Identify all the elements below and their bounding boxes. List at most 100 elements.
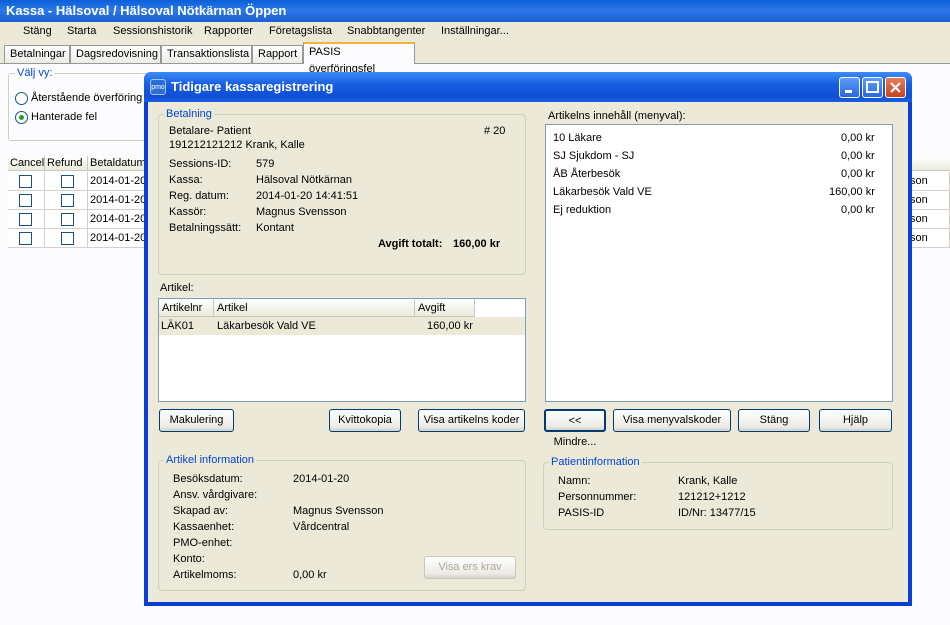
grid-header-betaldatum[interactable]: Betaldatum xyxy=(88,156,148,171)
makulering-button[interactable]: Makulering xyxy=(159,409,234,432)
kassa-value: Hälsoval Nötkärnan xyxy=(256,174,352,186)
article-list[interactable]: Artikelnr Artikel Avgift LÄK01 Läkarbesö… xyxy=(158,298,526,402)
patient-value: 121212+1212 xyxy=(678,491,746,503)
date-cell[interactable]: 2014-01-20 xyxy=(88,191,148,210)
radio-handled-errors-label[interactable]: Hanterade fel xyxy=(31,111,97,123)
article-fee: 160,00 kr xyxy=(427,320,473,332)
cancel-checkbox[interactable] xyxy=(19,194,32,207)
content-value: 0,00 kr xyxy=(841,150,875,162)
info-label: Besöksdatum: xyxy=(173,473,243,485)
refund-checkbox[interactable] xyxy=(61,175,74,188)
contents-list[interactable]: 10 Läkare 0,00 kr SJ Sjukdom - SJ 0,00 k… xyxy=(545,124,893,402)
previous-registration-dialog: pmo Tidigare kassaregistrering Betalning… xyxy=(144,72,912,606)
window-title: Kassa - Hälsoval / Hälsoval Nötkärnan Öp… xyxy=(0,0,950,22)
content-name: SJ Sjukdom - SJ xyxy=(553,150,635,162)
radio-remaining-transfer[interactable] xyxy=(15,92,28,105)
tail-cell[interactable]: son xyxy=(908,210,950,229)
menu-sessionshistorik[interactable]: Sessionshistorik xyxy=(113,25,192,37)
cashier-value: Magnus Svensson xyxy=(256,206,347,218)
refund-cell xyxy=(45,229,88,248)
total-label: Avgift totalt: xyxy=(378,238,443,250)
close-icon[interactable] xyxy=(885,77,906,98)
menu-foretagslista[interactable]: Företagslista xyxy=(269,25,332,37)
show-menu-codes-button[interactable]: Visa menyvalskoder xyxy=(613,409,731,432)
contents-label: Artikelns innehåll (menyval): xyxy=(548,110,686,122)
list-item[interactable]: LÄK01 Läkarbesök Vald VE 160,00 kr xyxy=(159,317,525,335)
radio-remaining-transfer-label[interactable]: Återstående överföring xyxy=(31,92,142,104)
info-label: Kassaenhet: xyxy=(173,521,235,533)
payer-name: 191212121212 Krank, Kalle xyxy=(169,139,305,151)
content-name: ÅB Återbesök xyxy=(553,168,621,180)
content-value: 0,00 kr xyxy=(841,204,875,216)
date-cell[interactable]: 2014-01-20 xyxy=(88,210,148,229)
cashier-label: Kassör: xyxy=(169,206,207,218)
date-cell[interactable]: 2014-01-20 xyxy=(88,229,148,248)
content-value: 160,00 kr xyxy=(829,186,875,198)
dialog-title: Tidigare kassaregistrering xyxy=(171,79,334,94)
menu-stang[interactable]: Stäng xyxy=(23,25,52,37)
menu-rapporter[interactable]: Rapporter xyxy=(204,25,253,37)
cancel-checkbox[interactable] xyxy=(19,175,32,188)
tab-rapport[interactable]: Rapport xyxy=(252,45,303,63)
kassa-label: Kassa: xyxy=(169,174,203,186)
radio-handled-errors[interactable] xyxy=(15,111,28,124)
patient-value: Krank, Kalle xyxy=(678,475,738,487)
tab-betalningar[interactable]: Betalningar xyxy=(4,45,70,63)
info-label: Artikelmoms: xyxy=(173,569,237,581)
refund-checkbox[interactable] xyxy=(61,213,74,226)
info-label: PMO-enhet: xyxy=(173,537,233,549)
refund-checkbox[interactable] xyxy=(61,194,74,207)
grid-header-refund[interactable]: Refund xyxy=(45,156,88,171)
cancel-checkbox[interactable] xyxy=(19,232,32,245)
help-button[interactable]: Hjälp xyxy=(819,409,892,432)
article-header-fee[interactable]: Avgift xyxy=(415,299,475,317)
cancel-checkbox[interactable] xyxy=(19,213,32,226)
tab-transaktionslista[interactable]: Transaktionslista xyxy=(161,45,252,63)
dialog-body: Betalning Betalare- Patient # 20 1912121… xyxy=(148,102,908,602)
article-info-group: Artikel information Besöksdatum: 2014-01… xyxy=(158,454,526,591)
tab-dagsredovisning[interactable]: Dagsredovisning xyxy=(70,45,161,63)
info-label: Skapad av: xyxy=(173,505,229,517)
table-row xyxy=(8,172,45,191)
date-cell[interactable]: 2014-01-20 xyxy=(88,172,148,191)
tail-cell[interactable]: son xyxy=(908,229,950,248)
tab-pasis-overforingsfel[interactable]: PASIS överföringsfel xyxy=(303,42,415,75)
tail-cell[interactable]: son xyxy=(908,191,950,210)
info-label: Konto: xyxy=(173,553,205,565)
info-value: Magnus Svensson xyxy=(293,505,384,517)
method-label: Betalningssätt: xyxy=(169,222,242,234)
article-name: Läkarbesök Vald VE xyxy=(217,320,316,332)
grid-header-cancel[interactable]: Cancel xyxy=(8,156,45,171)
session-value: 579 xyxy=(256,158,275,170)
view-legend: Välj vy: xyxy=(15,67,55,79)
article-list-label: Artikel: xyxy=(160,282,194,294)
article-header-name[interactable]: Artikel xyxy=(214,299,415,317)
menu-installningar[interactable]: Inställningar... xyxy=(441,25,509,37)
regdate-value: 2014-01-20 14:41:51 xyxy=(256,190,359,202)
menu-snabbtangenter[interactable]: Snabbtangenter xyxy=(347,25,425,37)
less-button[interactable]: << Mindre... xyxy=(544,409,606,448)
grid-header-extra xyxy=(908,156,950,171)
refund-checkbox[interactable] xyxy=(61,232,74,245)
table-row xyxy=(8,191,45,210)
show-article-codes-button[interactable]: Visa artikelns koder xyxy=(418,409,525,432)
kvittokopia-button[interactable]: Kvittokopia xyxy=(329,409,401,432)
refund-cell xyxy=(45,210,88,229)
content-name: Ej reduktion xyxy=(553,204,612,216)
menu-starta[interactable]: Starta xyxy=(67,25,96,37)
regdate-label: Reg. datum: xyxy=(169,190,229,202)
pmo-logo-icon: pmo xyxy=(150,79,166,95)
close-button[interactable]: Stäng xyxy=(738,409,810,432)
refund-cell xyxy=(45,172,88,191)
info-label: Ansv. vårdgivare: xyxy=(173,489,258,501)
article-header-nr[interactable]: Artikelnr xyxy=(159,299,214,317)
show-claims-button[interactable]: Visa ers krav xyxy=(424,556,516,579)
table-row xyxy=(8,229,45,248)
maximize-icon[interactable] xyxy=(862,77,883,98)
tail-cell[interactable]: son xyxy=(908,172,950,191)
payment-number: # 20 xyxy=(484,125,506,137)
minimize-icon[interactable] xyxy=(839,77,860,98)
session-label: Sessions-ID: xyxy=(169,158,232,170)
refund-cell xyxy=(45,191,88,210)
content-name: 10 Läkare xyxy=(553,132,602,144)
